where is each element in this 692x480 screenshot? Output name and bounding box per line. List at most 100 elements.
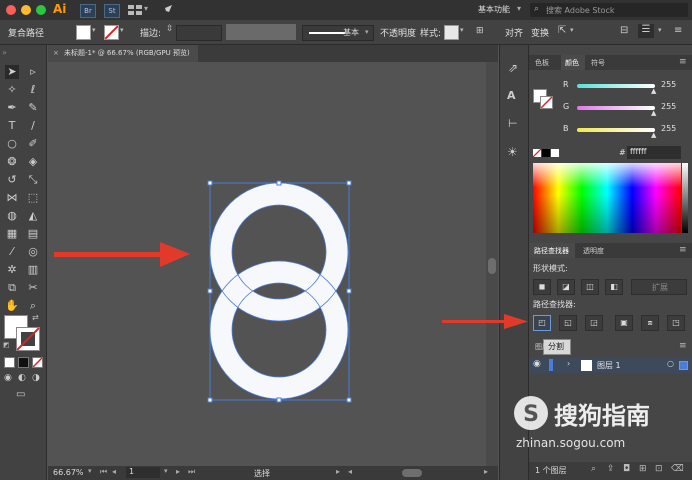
outline-button[interactable]: ⧈ xyxy=(641,315,659,331)
document-tab[interactable]: × 未标题-1* @ 66.67% (RGB/GPU 预览) xyxy=(48,45,198,62)
locate-object-icon[interactable]: ⌕ xyxy=(591,464,596,474)
symbol-sprayer-icon[interactable]: ✲ xyxy=(5,263,19,277)
perspective-grid-icon[interactable]: ◭ xyxy=(26,209,40,223)
align-button[interactable]: 对齐 xyxy=(505,26,523,39)
unite-button[interactable]: ◼ xyxy=(533,279,551,295)
chevron-down-icon[interactable]: ▾ xyxy=(460,26,464,34)
stepper-icon[interactable]: ⇳ xyxy=(166,24,174,34)
line-tool-icon[interactable]: / xyxy=(26,119,40,133)
slider-thumb[interactable]: ▲ xyxy=(651,109,656,117)
tab-transparency[interactable]: 透明度 xyxy=(583,246,604,256)
slider-thumb[interactable]: ▲ xyxy=(651,131,656,139)
green-channel-slider[interactable] xyxy=(577,106,655,110)
arrange-documents-icon[interactable] xyxy=(128,5,142,15)
artboard-tool-icon[interactable]: ⧉ xyxy=(5,281,19,295)
stroke-color-swatch[interactable] xyxy=(104,25,119,40)
canvas-vertical-scrollbar[interactable] xyxy=(486,62,498,466)
chevron-down-icon[interactable]: ▾ xyxy=(164,467,168,475)
chevron-down-icon[interactable]: ▾ xyxy=(120,26,124,34)
rotate-tool-icon[interactable]: ↺ xyxy=(5,173,19,187)
visibility-eye-icon[interactable]: ◉ xyxy=(533,359,541,369)
slider-thumb[interactable]: ▲ xyxy=(651,87,656,95)
none-mode-button[interactable] xyxy=(32,357,43,368)
fill-color-swatch[interactable] xyxy=(76,25,91,40)
variable-width-profile[interactable] xyxy=(226,24,296,40)
eyedropper-icon[interactable]: ⁄ xyxy=(5,245,19,259)
draw-behind-icon[interactable]: ◐ xyxy=(18,373,26,383)
new-sublayer-icon[interactable]: ⊞ xyxy=(639,464,647,474)
swap-fill-stroke-icon[interactable]: ⇄ xyxy=(32,313,39,322)
merge-button[interactable]: ◲ xyxy=(585,315,603,331)
arrange-icon[interactable]: ⊟ xyxy=(620,25,628,36)
tab-color[interactable]: 颜色 xyxy=(565,58,579,68)
export-icon[interactable]: ⇗ xyxy=(508,61,518,75)
layer-row[interactable]: ◉ › 图层 1 ○ xyxy=(529,358,692,373)
tab-layers[interactable]: 图层 xyxy=(535,342,549,352)
chevron-down-icon[interactable]: ▾ xyxy=(570,26,574,34)
target-icon[interactable]: ○ xyxy=(667,359,674,368)
stroke-weight-field[interactable] xyxy=(176,25,222,41)
zoom-level[interactable]: 66.67% xyxy=(53,468,84,477)
shape-builder-icon[interactable]: ◍ xyxy=(5,209,19,223)
horizontal-scroll-thumb[interactable] xyxy=(402,469,422,477)
layer-name[interactable]: 图层 1 xyxy=(597,360,621,371)
direct-selection-tool-icon[interactable]: ▹ xyxy=(26,65,40,79)
blue-channel-value[interactable]: 255 xyxy=(661,124,676,133)
scroll-right-icon[interactable]: ▸ xyxy=(484,467,488,476)
gradient-tool-icon[interactable]: ▤ xyxy=(26,227,40,241)
expand-button[interactable]: 扩展 xyxy=(631,279,687,295)
divide-button[interactable]: ◰ xyxy=(533,315,551,331)
screen-mode-icon[interactable]: ▭ xyxy=(16,389,25,400)
trim-button[interactable]: ◱ xyxy=(559,315,577,331)
close-tab-button[interactable]: × xyxy=(53,45,59,62)
brush-definition-dropdown[interactable]: 基本 ▾ xyxy=(302,25,374,41)
export-for-screens-icon[interactable]: ⇪ xyxy=(607,464,615,474)
color-spectrum[interactable] xyxy=(533,163,681,233)
collapse-icon[interactable]: » xyxy=(2,48,7,57)
opacity-label[interactable]: 不透明度 xyxy=(380,26,416,39)
tab-swatches[interactable]: 色板 xyxy=(535,58,549,68)
paintbrush-icon[interactable]: ✐ xyxy=(26,137,40,151)
scroll-left-icon[interactable]: ◂ xyxy=(348,467,352,476)
hand-tool-icon[interactable]: ✋ xyxy=(5,299,19,313)
minus-front-button[interactable]: ◪ xyxy=(557,279,575,295)
white-color-chip[interactable] xyxy=(551,149,559,157)
previous-artboard-icon[interactable]: ◂ xyxy=(112,467,116,476)
next-artboard-icon[interactable]: ▸ xyxy=(176,467,180,476)
gpu-rocket-icon[interactable] xyxy=(160,3,174,20)
maximize-window-button[interactable] xyxy=(36,5,46,15)
tab-symbols[interactable]: 符号 xyxy=(591,58,605,68)
scale-tool-icon[interactable]: ⤡ xyxy=(26,173,40,187)
graphic-style-swatch[interactable] xyxy=(444,25,459,40)
magic-wand-icon[interactable]: ✧ xyxy=(5,83,19,97)
selection-tool-icon[interactable]: ➤ xyxy=(5,65,19,79)
intersect-button[interactable]: ◫ xyxy=(581,279,599,295)
chevron-down-icon[interactable]: ▾ xyxy=(658,26,662,34)
red-channel-value[interactable]: 255 xyxy=(661,80,676,89)
chevron-down-icon[interactable]: ▾ xyxy=(144,4,148,13)
stroke-swatch[interactable] xyxy=(16,327,40,351)
default-colors-icon[interactable]: ◩ xyxy=(3,341,10,349)
chevron-down-icon[interactable]: ▾ xyxy=(88,467,92,475)
type-tool-icon[interactable]: T xyxy=(5,119,19,133)
lasso-icon[interactable]: ℓ xyxy=(26,83,40,97)
status-menu-icon[interactable]: ▸ xyxy=(336,467,340,476)
none-color-chip[interactable] xyxy=(533,149,541,157)
black-color-chip[interactable] xyxy=(542,149,550,157)
column-graph-icon[interactable]: ▥ xyxy=(26,263,40,277)
minimize-window-button[interactable] xyxy=(21,5,31,15)
zoom-tool-icon[interactable]: ⌕ xyxy=(26,299,40,313)
color-mode-button[interactable] xyxy=(4,357,15,368)
bottom-ring-shape[interactable] xyxy=(210,261,348,399)
mesh-tool-icon[interactable]: ▦ xyxy=(5,227,19,241)
panel-menu-icon[interactable]: ≡ xyxy=(679,57,687,67)
clipping-mask-icon[interactable]: ◘ xyxy=(623,464,630,474)
width-tool-icon[interactable]: ⋈ xyxy=(5,191,19,205)
minus-back-button[interactable]: ◳ xyxy=(667,315,685,331)
align-panel-icon[interactable]: ⊢ xyxy=(508,117,518,130)
red-channel-slider[interactable] xyxy=(577,84,655,88)
workspace-switcher[interactable]: 基本功能 xyxy=(478,4,510,15)
search-input[interactable]: 搜索 Adobe Stock xyxy=(546,5,615,16)
green-channel-value[interactable]: 255 xyxy=(661,102,676,111)
character-panel-icon[interactable]: A xyxy=(507,89,516,102)
